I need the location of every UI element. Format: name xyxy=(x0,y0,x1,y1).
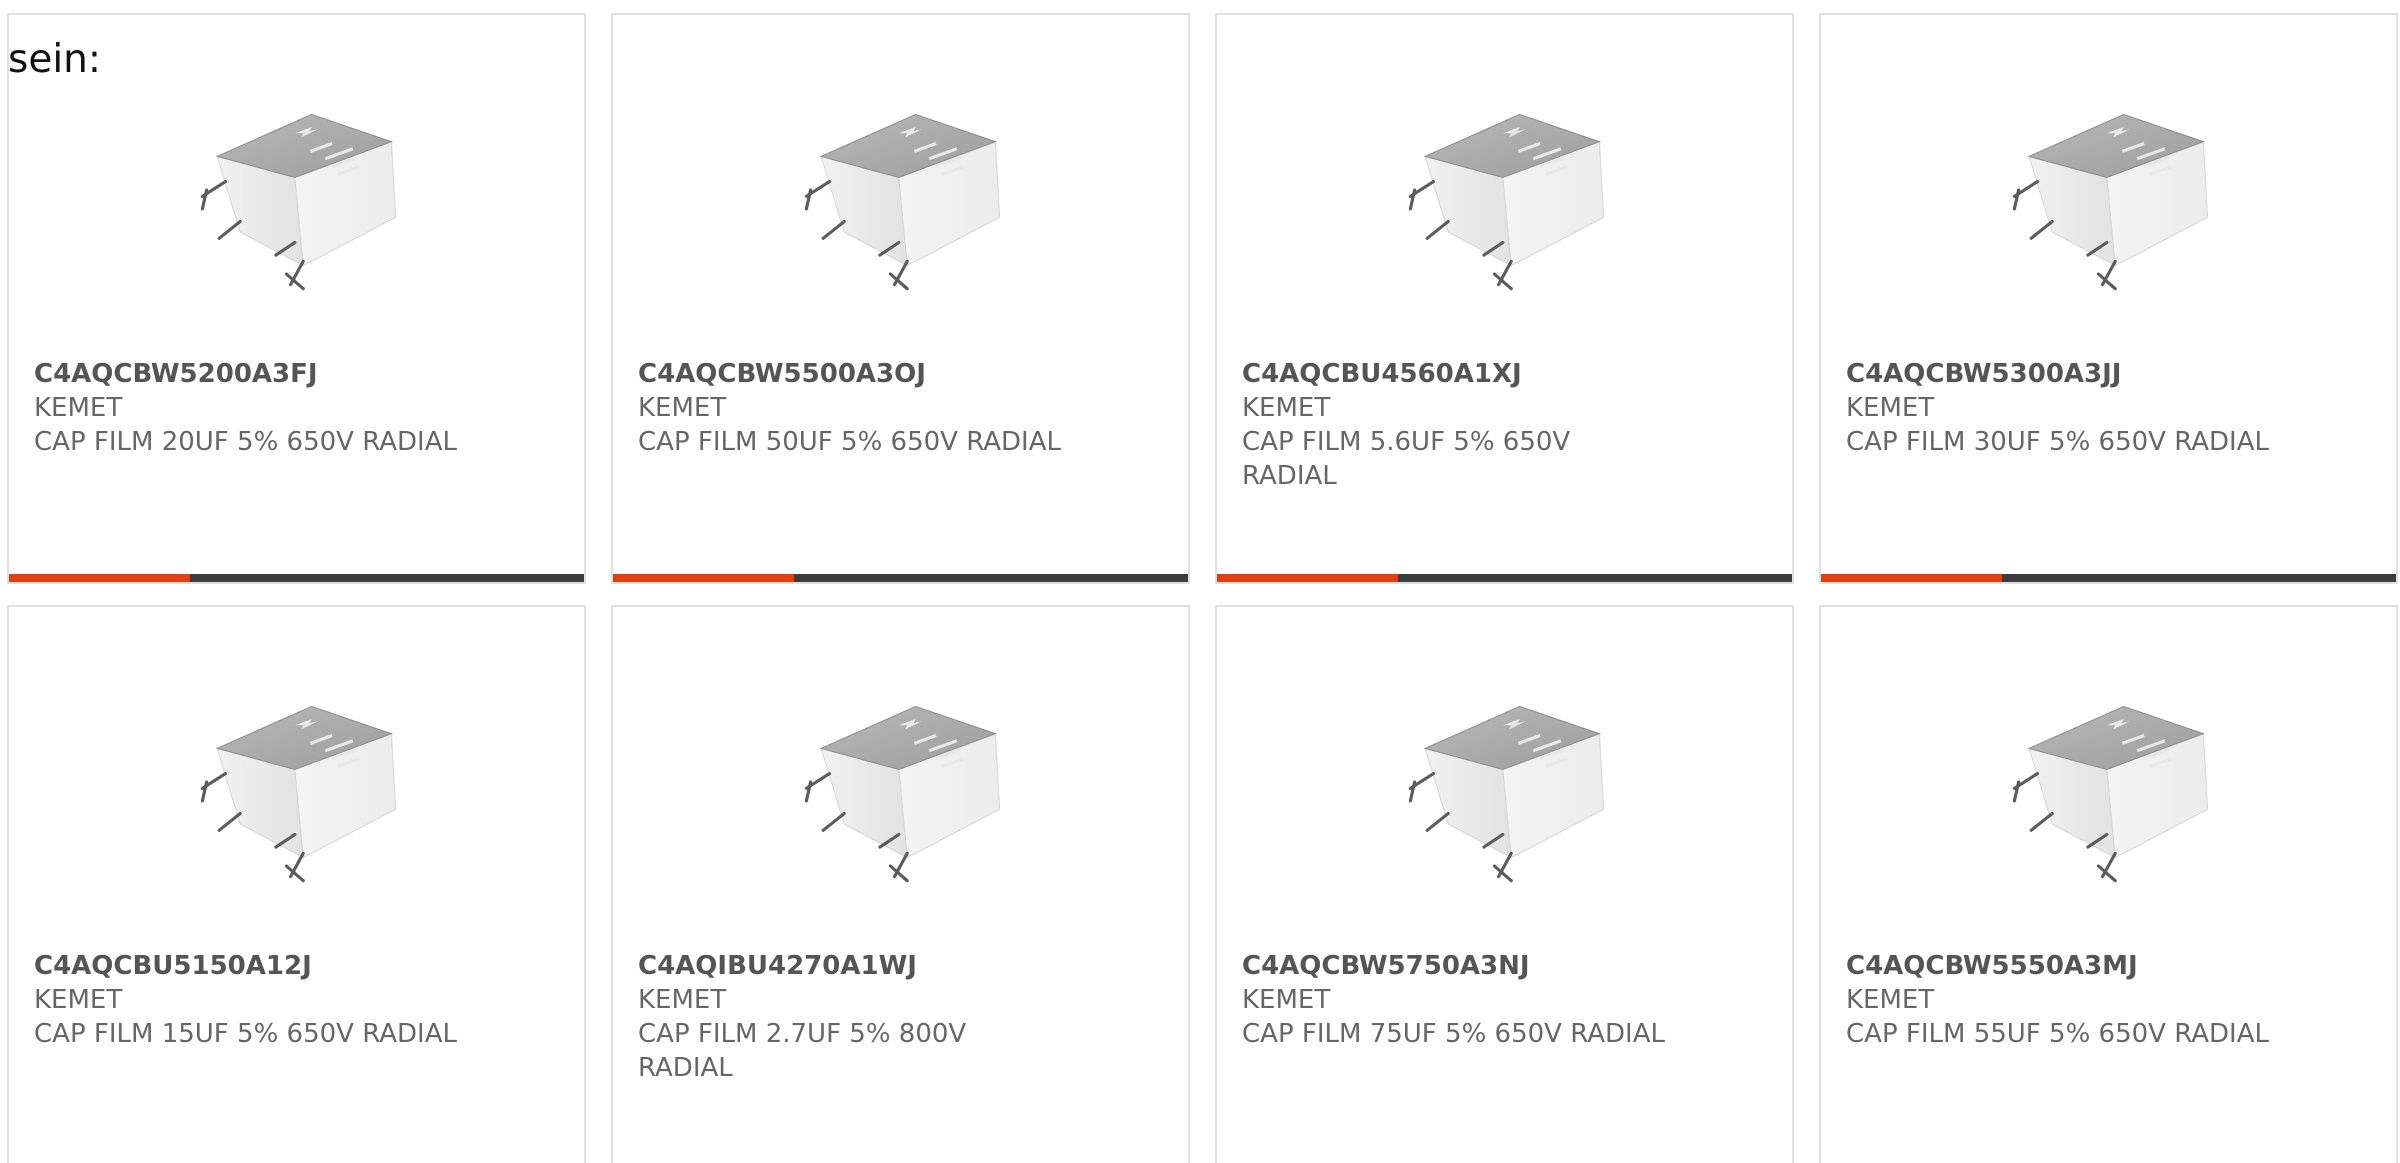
card-bar-accent xyxy=(1821,574,2002,582)
card-bottom-bar xyxy=(1821,574,2396,582)
product-card[interactable]: C4AQCBW5500A3OJ KEMET CAP FILM 50UF 5% 6… xyxy=(611,13,1190,584)
capacitor-image xyxy=(1402,85,1612,295)
manufacturer-label: KEMET xyxy=(34,393,123,423)
page: sein: C4AQCBW5200A3FJ KEMET CAP FILM 20U… xyxy=(0,0,2400,1163)
capacitor-image xyxy=(2006,677,2216,887)
product-info: C4AQCBW5550A3MJ KEMET CAP FILM 55UF 5% 6… xyxy=(1846,949,2276,1051)
product-description: CAP FILM 55UF 5% 650V RADIAL xyxy=(1846,1019,2269,1049)
product-info: C4AQCBW5200A3FJ KEMET CAP FILM 20UF 5% 6… xyxy=(34,357,464,459)
product-description: CAP FILM 20UF 5% 650V RADIAL xyxy=(34,427,457,457)
product-description: CAP FILM 2.7UF 5% 800V RADIAL xyxy=(638,1019,967,1083)
product-description: CAP FILM 75UF 5% 650V RADIAL xyxy=(1242,1019,1665,1049)
manufacturer-label: KEMET xyxy=(638,985,727,1015)
product-card[interactable]: C4AQCBW5750A3NJ KEMET CAP FILM 75UF 5% 6… xyxy=(1215,605,1794,1163)
card-bottom-bar xyxy=(613,574,1188,582)
card-bottom-bar xyxy=(1217,574,1792,582)
capacitor-image xyxy=(194,85,404,295)
manufacturer-label: KEMET xyxy=(34,985,123,1015)
part-number-link[interactable]: C4AQCBU5150A12J xyxy=(34,949,464,983)
part-number-link[interactable]: C4AQCBU4560A1XJ xyxy=(1242,357,1672,391)
capacitor-image xyxy=(798,677,1008,887)
manufacturer-label: KEMET xyxy=(1846,393,1935,423)
capacitor-image xyxy=(798,85,1008,295)
product-info: C4AQCBW5500A3OJ KEMET CAP FILM 50UF 5% 6… xyxy=(638,357,1068,459)
product-info: C4AQCBW5300A3JJ KEMET CAP FILM 30UF 5% 6… xyxy=(1846,357,2276,459)
card-bar-accent xyxy=(9,574,190,582)
manufacturer-label: KEMET xyxy=(1242,393,1331,423)
part-number-link[interactable]: C4AQIBU4270A1WJ xyxy=(638,949,1068,983)
part-number-link[interactable]: C4AQCBW5500A3OJ xyxy=(638,357,1068,391)
product-info: C4AQCBU5150A12J KEMET CAP FILM 15UF 5% 6… xyxy=(34,949,464,1051)
product-info: C4AQCBW5750A3NJ KEMET CAP FILM 75UF 5% 6… xyxy=(1242,949,1672,1051)
manufacturer-label: KEMET xyxy=(638,393,727,423)
manufacturer-label: KEMET xyxy=(1242,985,1331,1015)
product-card[interactable]: C4AQCBW5300A3JJ KEMET CAP FILM 30UF 5% 6… xyxy=(1819,13,2398,584)
card-bar-accent xyxy=(613,574,794,582)
capacitor-image xyxy=(194,677,404,887)
part-number-link[interactable]: C4AQCBW5550A3MJ xyxy=(1846,949,2276,983)
manufacturer-label: KEMET xyxy=(1846,985,1935,1015)
capacitor-image xyxy=(2006,85,2216,295)
intro-text: sein: xyxy=(8,37,102,82)
product-description: CAP FILM 50UF 5% 650V RADIAL xyxy=(638,427,1061,457)
product-grid: C4AQCBW5200A3FJ KEMET CAP FILM 20UF 5% 6… xyxy=(7,13,2400,1163)
product-info: C4AQIBU4270A1WJ KEMET CAP FILM 2.7UF 5% … xyxy=(638,949,1068,1085)
product-description: CAP FILM 5.6UF 5% 650V RADIAL xyxy=(1242,427,1571,491)
product-card[interactable]: C4AQCBW5550A3MJ KEMET CAP FILM 55UF 5% 6… xyxy=(1819,605,2398,1163)
card-bottom-bar xyxy=(9,574,584,582)
product-card[interactable]: C4AQCBW5200A3FJ KEMET CAP FILM 20UF 5% 6… xyxy=(7,13,586,584)
product-info: C4AQCBU4560A1XJ KEMET CAP FILM 5.6UF 5% … xyxy=(1242,357,1672,493)
part-number-link[interactable]: C4AQCBW5300A3JJ xyxy=(1846,357,2276,391)
card-bar-accent xyxy=(1217,574,1398,582)
product-card[interactable]: C4AQCBU4560A1XJ KEMET CAP FILM 5.6UF 5% … xyxy=(1215,13,1794,584)
product-card[interactable]: C4AQIBU4270A1WJ KEMET CAP FILM 2.7UF 5% … xyxy=(611,605,1190,1163)
part-number-link[interactable]: C4AQCBW5750A3NJ xyxy=(1242,949,1672,983)
capacitor-image xyxy=(1402,677,1612,887)
part-number-link[interactable]: C4AQCBW5200A3FJ xyxy=(34,357,464,391)
product-card[interactable]: C4AQCBU5150A12J KEMET CAP FILM 15UF 5% 6… xyxy=(7,605,586,1163)
product-description: CAP FILM 15UF 5% 650V RADIAL xyxy=(34,1019,457,1049)
product-description: CAP FILM 30UF 5% 650V RADIAL xyxy=(1846,427,2269,457)
